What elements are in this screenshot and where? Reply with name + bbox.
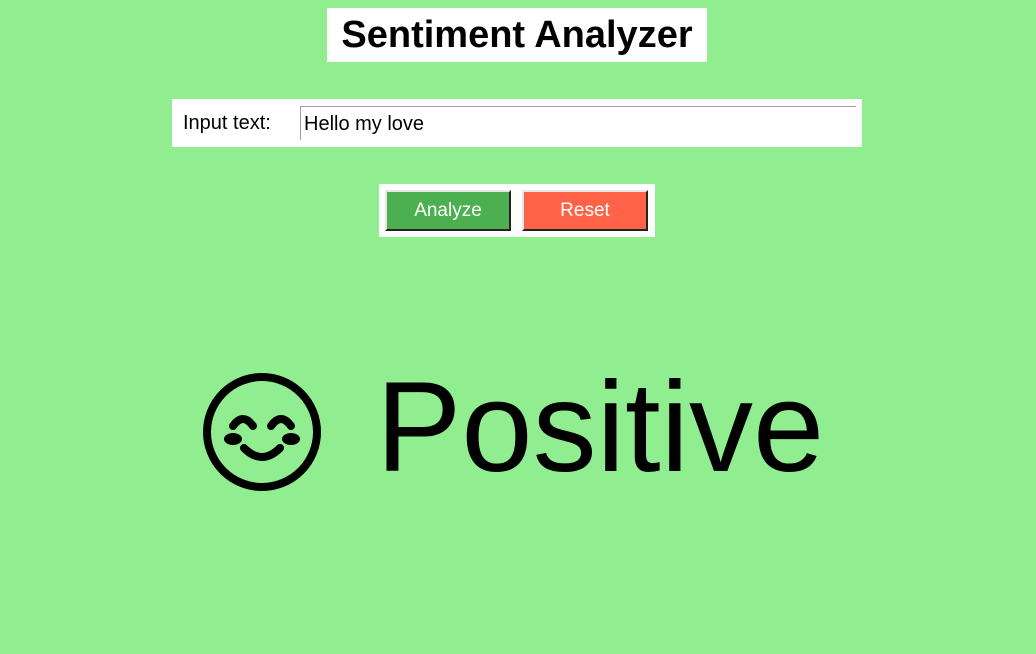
input-row: Input text:	[172, 99, 862, 147]
smiling-face-icon	[200, 370, 324, 494]
app-title: Sentiment Analyzer	[327, 8, 707, 62]
sentiment-result: Positive	[200, 358, 824, 502]
input-label: Input text:	[183, 112, 271, 134]
button-group: Analyze Reset	[379, 184, 655, 237]
sentiment-label: Positive	[376, 356, 825, 499]
analyze-button[interactable]: Analyze	[385, 190, 511, 231]
text-input[interactable]	[300, 106, 856, 140]
reset-button[interactable]: Reset	[522, 190, 648, 231]
